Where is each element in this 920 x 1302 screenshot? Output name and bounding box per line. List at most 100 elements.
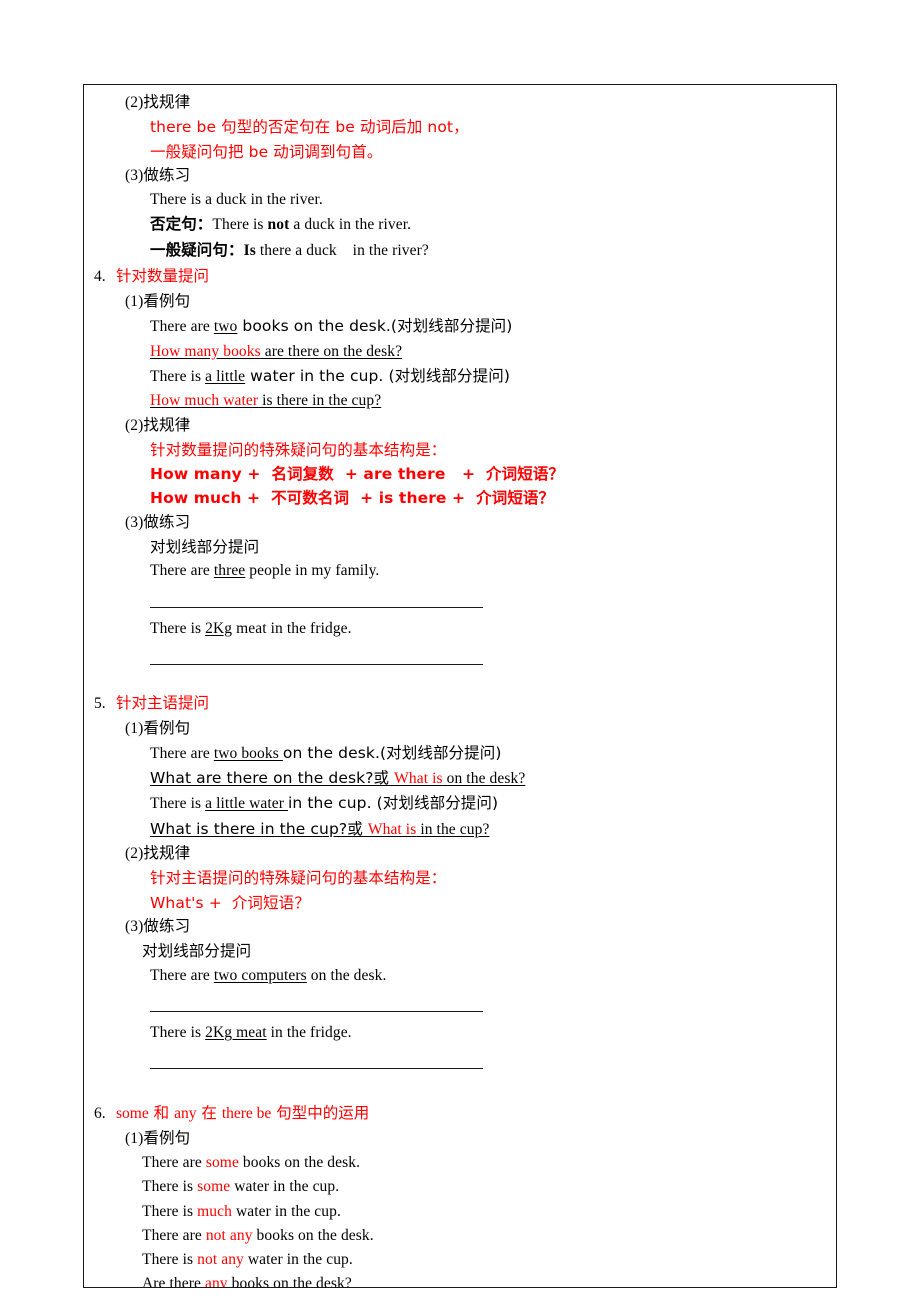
- s6-s6-post: books on the desk?: [227, 1275, 352, 1288]
- s6-s1-pre: There are: [142, 1153, 206, 1171]
- section6-sentence-4: There are not any books on the desk.: [92, 1224, 828, 1248]
- section5-example-1: There are two books on the desk.(对划线部分提问…: [92, 741, 828, 766]
- section5-rule-label: (2)找规律: [125, 845, 191, 863]
- s4-pr1-underlined: three: [213, 562, 246, 580]
- section5-formula: What's + 介词短语？: [150, 893, 310, 912]
- question-label: 一般疑问句：: [150, 240, 244, 259]
- s5-ans2-red: What is: [367, 820, 417, 838]
- s6-s4-keyword: not any: [205, 1226, 253, 1244]
- section5-index: 5.: [94, 694, 106, 712]
- section6-sentence-3: There is much water in the cup.: [92, 1200, 828, 1224]
- s5-ex2-underlined: a little water: [205, 795, 288, 813]
- s5-ans2-black-2: in the cup?: [416, 820, 490, 838]
- s4-pr2-post: meat in the fridge.: [232, 619, 352, 637]
- section3-question-example: 一般疑问句：Is there a duck in the river?: [92, 238, 828, 263]
- section5-answer-blank-1[interactable]: [92, 997, 828, 1021]
- worksheet-page: (2)找规律 there be 句型的否定句在 be 动词后加 not， 一般疑…: [0, 0, 920, 1302]
- section6-heading: 6. some 和 any 在 there be 句型中的运用: [92, 1100, 828, 1127]
- s5-ans1-black-2: on the desk?: [442, 770, 526, 788]
- section6-title-any: any: [174, 1104, 197, 1122]
- s6-s3-keyword: much: [197, 1202, 232, 1220]
- s6-s6-pre: Are there: [142, 1275, 205, 1288]
- s5-ex2-post: in the cup. (对划线部分提问): [287, 794, 499, 813]
- s4-ex2-post: water in the cup. (对划线部分提问): [245, 366, 510, 385]
- s6-s3-pre: There is: [142, 1202, 198, 1220]
- s5-ans1-black-1: What are there on the desk?或: [150, 769, 395, 788]
- section4-practice-1: There are three people in my family.: [92, 559, 828, 583]
- s5-ans2-black-1: What is there in the cup?或: [150, 819, 368, 838]
- section6-index: 6.: [94, 1104, 106, 1122]
- s4-pr1-pre: There are: [150, 562, 214, 580]
- section6-sentence-5: There is not any water in the cup.: [92, 1248, 828, 1272]
- section6-title-in: 在: [196, 1103, 222, 1122]
- section4-example-1: There are two books on the desk.(对划线部分提问…: [92, 314, 828, 339]
- section5-practice-1: There are two computers on the desk.: [92, 964, 828, 988]
- section4-formula-2: How much + 不可数名词 + is there + 介词短语？: [150, 489, 555, 508]
- section5-answer-blank-2[interactable]: [92, 1054, 828, 1078]
- section3-negative-example: 否定句：There is not a duck in the river.: [92, 212, 828, 237]
- s4-ex2-underlined: a little: [205, 367, 246, 385]
- s5-ex2-pre: There is: [150, 795, 206, 813]
- s6-s2-pre: There is: [142, 1178, 198, 1196]
- section5-practice-2: There is 2Kg meat in the fridge.: [92, 1021, 828, 1045]
- section4-practice-instruction: 对划线部分提问: [150, 538, 260, 557]
- section6-title-and: 和: [148, 1103, 175, 1122]
- negative-part-a: There is: [212, 216, 268, 234]
- s4-ans1-black: are there on the desk?: [260, 342, 403, 360]
- section4-formula-1: How many + 名词复数 + are there + 介词短语？: [150, 465, 565, 484]
- s4-ex1-post: books on the desk.(对划线部分提问): [237, 317, 513, 336]
- section3-practice-label: (3)做练习: [125, 166, 191, 184]
- section5-rule-intro: 针对主语提问的特殊疑问句的基本结构是：: [150, 869, 447, 888]
- s5-pr1-post: on the desk.: [306, 966, 387, 984]
- s5-pr1-pre: There are: [150, 966, 214, 984]
- section6-title-therebe: there be: [221, 1104, 272, 1122]
- s5-ex1-post: on the desk.(对划线部分提问): [282, 743, 502, 762]
- section6-sentence-6: Are there any books on the desk?: [92, 1272, 828, 1288]
- s5-pr2-underlined: 2Kg meat: [205, 1024, 267, 1042]
- section4-rule-label: (2)找规律: [125, 416, 191, 434]
- negative-label: 否定句：: [150, 215, 213, 234]
- s6-s5-pre: There is: [142, 1251, 198, 1269]
- content-frame-table: (2)找规律 there be 句型的否定句在 be 动词后加 not， 一般疑…: [83, 84, 837, 1288]
- s6-s1-keyword: some: [205, 1153, 239, 1171]
- s5-ans1-red: What is: [394, 770, 443, 788]
- section4-answer-blank-1[interactable]: [92, 593, 828, 617]
- s5-ex1-pre: There are: [150, 744, 214, 762]
- s4-ex1-underlined: two: [213, 318, 238, 336]
- section4-practice-label: (3)做练习: [125, 513, 191, 531]
- s6-s5-post: water in the cup.: [243, 1251, 353, 1269]
- section5-example-2: There is a little water in the cup. (对划线…: [92, 791, 828, 816]
- s6-s3-post: water in the cup.: [231, 1202, 341, 1220]
- section5-answer-1: What are there on the desk?或 What is on …: [92, 766, 828, 791]
- section6-title-some: some: [116, 1104, 149, 1122]
- s5-pr2-post: in the fridge.: [266, 1024, 352, 1042]
- section3-rule-line-2: 一般疑问句把 be 动词调到句首。: [150, 142, 383, 161]
- s6-s1-post: books on the desk.: [238, 1153, 361, 1171]
- s4-ans1-red: How many books: [150, 342, 261, 360]
- section5-title: 针对主语提问: [116, 693, 210, 712]
- section4-title: 针对数量提问: [116, 267, 210, 286]
- s5-pr1-underlined: two computers: [213, 966, 307, 984]
- section4-answer-blank-2[interactable]: [92, 650, 828, 674]
- question-rest: there a duck in the river?: [255, 241, 429, 259]
- negative-part-b: a duck in the river.: [289, 216, 412, 234]
- question-keyword: Is: [243, 241, 256, 259]
- section4-answer-2: How much water is there in the cup?: [92, 389, 828, 413]
- section4-answer-1: How many books are there on the desk?: [92, 340, 828, 364]
- section5-practice-label: (3)做练习: [125, 917, 191, 935]
- section4-example-label: (1)看例句: [125, 293, 191, 311]
- s6-s6-keyword: any: [204, 1275, 228, 1288]
- s6-s5-keyword: not any: [197, 1251, 244, 1269]
- s6-s4-post: books on the desk.: [252, 1226, 374, 1244]
- s6-s4-pre: There are: [142, 1226, 206, 1244]
- section5-practice-instruction: 对划线部分提问: [142, 942, 252, 961]
- s6-s2-keyword: some: [197, 1178, 231, 1196]
- section3-rule-label: (2)找规律: [125, 94, 191, 111]
- negative-keyword: not: [267, 216, 290, 234]
- s4-ans2-black: is there in the cup?: [258, 392, 382, 410]
